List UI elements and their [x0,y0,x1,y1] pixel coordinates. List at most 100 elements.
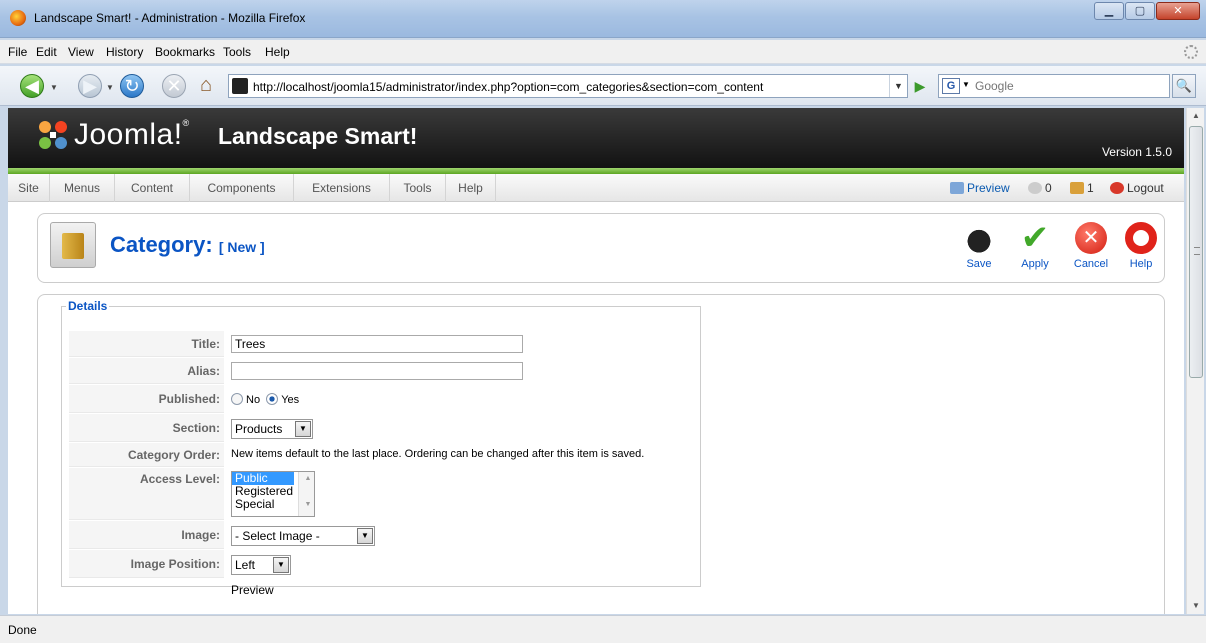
menu-file[interactable]: File [8,45,27,59]
chevron-down-icon: ▼ [357,528,373,544]
scroll-up-icon[interactable]: ▲ [1187,108,1205,124]
listbox-scrollbar[interactable]: ▲ ▼ [298,472,314,516]
image-row: Image: - Select Image - ▼ [69,521,692,549]
menu-edit[interactable]: Edit [36,45,57,59]
logout-label: Logout [1127,181,1164,195]
title-input[interactable] [231,335,523,353]
chevron-down-icon: ▼ [273,557,289,573]
image-label: Image: [69,521,224,549]
reload-button[interactable]: ↻ [120,74,144,98]
help-button[interactable]: Help [1116,222,1166,270]
logout-link[interactable]: Logout [1110,181,1164,195]
title-label: Title: [69,331,224,357]
search-input[interactable] [975,78,1165,94]
admin-menu-menus[interactable]: Menus [50,174,115,202]
category-order-label: Category Order: [69,443,224,467]
published-row: Published: No Yes [69,385,692,413]
admin-menu-tools[interactable]: Tools [390,174,446,202]
admin-menu-content[interactable]: Content [115,174,190,202]
messages-count-value: 0 [1045,181,1052,195]
save-label: Save [966,258,992,270]
alias-input[interactable] [231,362,523,380]
access-level-label: Access Level: [69,468,224,520]
messages-count[interactable]: 0 [1028,181,1052,195]
published-yes-radio[interactable] [266,393,279,405]
window-controls: ▁ ▢ ✕ [1094,2,1200,20]
search-bar[interactable]: G ▼ [938,74,1170,98]
page-scrollbar[interactable]: ▲ ▼ [1186,108,1204,614]
firefox-icon [10,10,26,26]
title-row: Title: [69,331,692,357]
chevron-down-icon: ▼ [295,421,311,437]
search-button[interactable]: 🔍 [1172,74,1196,98]
users-count-value: 1 [1087,181,1094,195]
menu-help[interactable]: Help [265,45,290,59]
save-button[interactable]: Save [954,222,1004,270]
back-button[interactable]: ◀ [20,74,44,98]
apply-label: Apply [1021,258,1049,270]
scroll-down-icon[interactable]: ▼ [1187,598,1205,614]
go-button[interactable]: ▶ [911,77,929,95]
users-icon [1070,182,1084,194]
back-history-dropdown[interactable]: ▼ [50,83,58,92]
browser-menubar: File Edit View History Bookmarks Tools H… [0,40,1206,64]
url-bar[interactable]: http://localhost/joomla15/administrator/… [228,74,908,98]
published-no-label: No [246,394,261,406]
trademark-mark: ® [182,118,190,128]
cancel-button[interactable]: ✕ Cancel [1066,222,1116,270]
lifebuoy-icon [1125,222,1157,254]
users-count[interactable]: 1 [1070,181,1094,195]
preview-link[interactable]: Preview [950,181,1010,195]
apply-button[interactable]: ✔ Apply [1010,221,1060,270]
preview-row: Preview [69,581,692,601]
version-label: Version 1.5.0 [1101,145,1172,159]
joomla-header: Joomla!® Landscape Smart! Version 1.5.0 [8,108,1184,170]
search-engine-dropdown[interactable]: ▼ [962,80,970,89]
status-text: Done [8,623,37,637]
section-select[interactable]: Products ▼ [231,419,313,439]
home-button[interactable]: ⌂ [194,74,218,98]
category-order-row: Category Order: New items default to the… [69,443,692,467]
url-dropdown-button[interactable]: ▼ [889,75,907,97]
category-icon [50,222,96,268]
menu-tools[interactable]: Tools [223,45,251,59]
admin-menu-site[interactable]: Site [8,174,50,202]
image-select[interactable]: - Select Image - ▼ [231,526,375,546]
joomla-brand: Joomla!® [74,118,190,152]
admin-menu-help[interactable]: Help [446,174,496,202]
menu-history[interactable]: History [106,45,143,59]
admin-menu: Site Menus Content Components Extensions… [8,174,1184,202]
url-text[interactable]: http://localhost/joomla15/administrator/… [253,80,763,94]
toolbar-panel: Category: [ New ] Save ✔ Apply ✕ Cancel … [37,213,1165,283]
joomla-brand-text: Joomla! [74,118,183,151]
stop-button[interactable]: ✕ [162,74,186,98]
site-favicon-icon [232,78,248,94]
admin-menu-extensions[interactable]: Extensions [294,174,390,202]
preview-icon [950,182,964,194]
menu-view[interactable]: View [68,45,94,59]
image-position-select[interactable]: Left ▼ [231,555,291,575]
section-row: Section: Products ▼ [69,414,692,442]
menu-bookmarks[interactable]: Bookmarks [155,45,215,59]
admin-menu-components[interactable]: Components [190,174,294,202]
site-name: Landscape Smart! [218,123,418,149]
cancel-label: Cancel [1073,258,1109,270]
forward-button[interactable]: ▶ [78,74,102,98]
help-label: Help [1129,258,1153,270]
forward-history-dropdown[interactable]: ▼ [106,83,114,92]
maximize-button[interactable]: ▢ [1125,2,1155,20]
details-panel: Details Title: Alias: Published: No Yes … [37,294,1165,614]
alias-label: Alias: [69,358,224,384]
image-position-value: Left [235,558,256,572]
search-engine-icon[interactable]: G [942,78,960,94]
access-level-row: Access Level: Public Registered Special … [69,468,692,520]
scrollbar-thumb[interactable] [1189,126,1203,378]
page-title: Category: [ New ] [110,232,265,258]
details-legend: Details [68,299,108,313]
published-no-radio[interactable] [231,393,243,405]
category-order-text: New items default to the last place. Ord… [231,448,645,460]
minimize-button[interactable]: ▁ [1094,2,1124,20]
access-level-listbox[interactable]: Public Registered Special ▲ ▼ [231,471,315,517]
close-button[interactable]: ✕ [1156,2,1200,20]
window-titlebar: Landscape Smart! - Administration - Mozi… [0,0,1206,38]
